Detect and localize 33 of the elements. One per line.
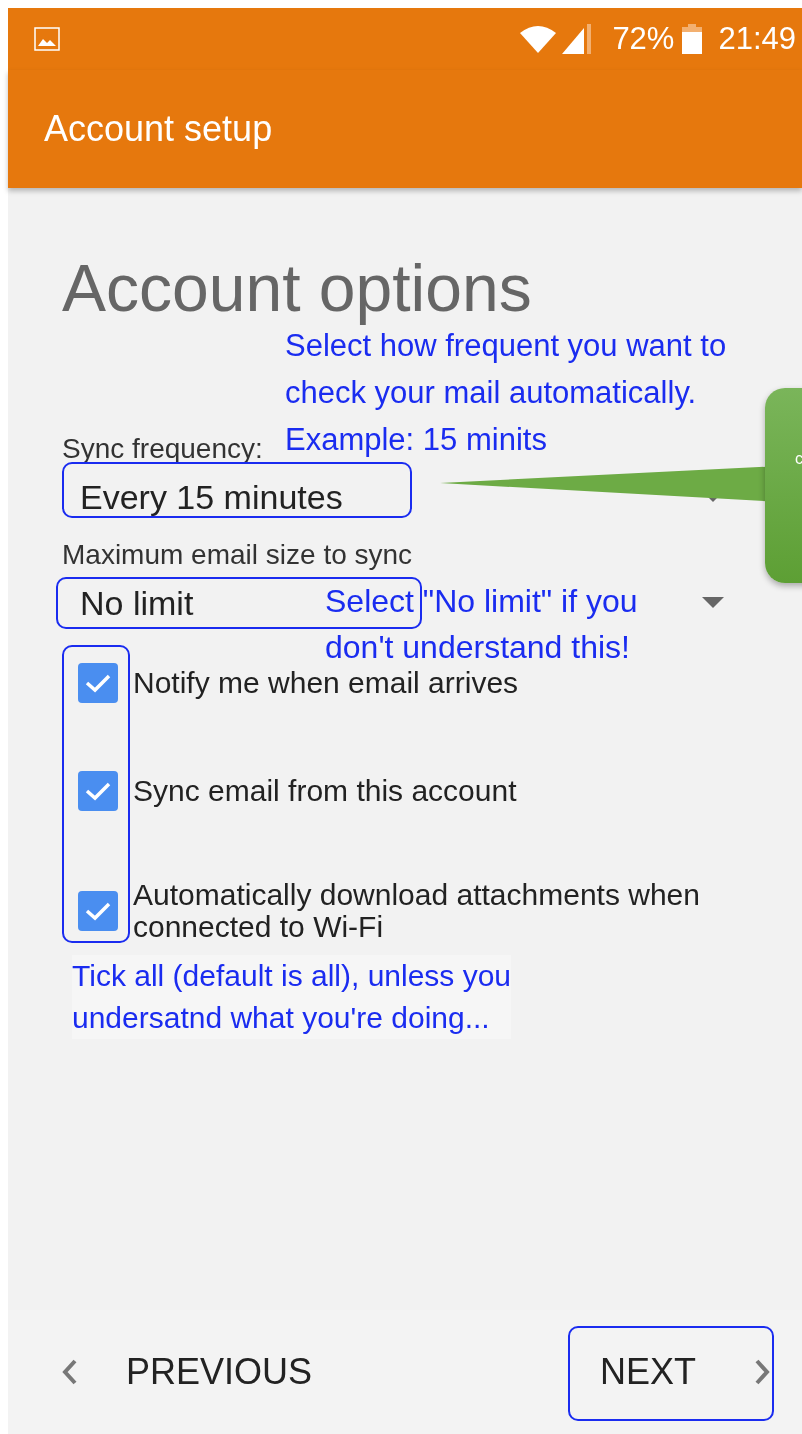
dropdown-value[interactable]: Every 15 minutes [80,477,343,517]
field-label: Sync frequency: [62,434,263,464]
battery-percentage: 72% [612,21,675,57]
option-label: Sync email from this account [133,775,518,807]
previous-button[interactable]: PREVIOUS [62,1351,313,1393]
battery-icon [682,24,703,54]
chevron-right-icon [754,1359,770,1385]
annotation-text: check your mail automatically. [285,374,697,412]
checkbox[interactable] [78,891,118,931]
annotation-text: Select how frequent you want to [285,327,727,365]
checkbox[interactable] [78,771,118,811]
chevron-left-icon [62,1359,78,1385]
checkmark-icon [85,673,111,693]
image-icon [34,27,60,51]
annotation-text: Select "No limit" if you [325,584,638,618]
checkbox[interactable] [78,663,118,703]
wifi-icon [520,25,557,53]
checkmark-icon [85,781,111,801]
app-bar-title: Account setup [44,108,273,150]
annotation-text: Example: 15 minits [285,421,547,459]
next-button[interactable]: NEXT [600,1351,770,1393]
annotation-text: don't understand this! [325,630,630,664]
signal-icon [562,24,593,54]
clock-time: 21:49 [718,21,796,57]
option-label: Notify me when email arrives [133,667,520,699]
dropdown-value[interactable]: No limit [80,583,194,623]
annotation-text: Tick all (default is all), unless you [72,958,512,994]
callout-text: c [795,450,802,467]
field-label: Maximum email size to sync [62,540,413,570]
checkmark-icon [85,901,111,921]
annotation-text: undersatnd what you're doing... [72,1000,490,1036]
dropdown-arrow-icon[interactable] [702,597,724,609]
option-label: Automatically download attachments when connected to Wi-Fi [133,879,701,943]
